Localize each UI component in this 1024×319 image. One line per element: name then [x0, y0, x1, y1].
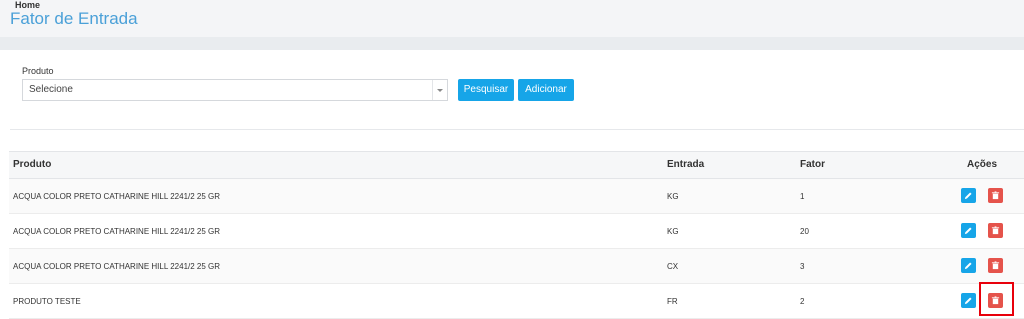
divider [10, 129, 1024, 130]
delete-button[interactable] [988, 223, 1003, 238]
header-entrada: Entrada [667, 159, 705, 170]
cell-entrada: FR [667, 297, 678, 306]
add-button[interactable]: Adicionar [518, 79, 574, 101]
cell-fator: 2 [800, 297, 805, 306]
header-produto: Produto [13, 159, 52, 170]
chevron-down-icon[interactable] [432, 80, 447, 100]
cell-entrada: KG [667, 192, 679, 201]
cell-fator: 20 [800, 227, 809, 236]
search-button[interactable]: Pesquisar [458, 79, 514, 101]
delete-highlight-box [979, 282, 1014, 316]
produto-select-value: Selecione [29, 84, 73, 95]
page-header: Home Fator de Entrada [0, 0, 1024, 37]
header-band [0, 37, 1024, 50]
edit-button[interactable] [961, 258, 976, 273]
table-row: ACQUA COLOR PRETO CATHARINE HILL 2241/2 … [9, 249, 1024, 284]
edit-button[interactable] [961, 223, 976, 238]
cell-fator: 1 [800, 192, 805, 201]
trash-icon [991, 191, 1000, 200]
cell-entrada: KG [667, 227, 679, 236]
table-row: ACQUA COLOR PRETO CATHARINE HILL 2241/2 … [9, 179, 1024, 214]
delete-button[interactable] [988, 188, 1003, 203]
produto-label: Produto [22, 66, 54, 76]
table-body: ACQUA COLOR PRETO CATHARINE HILL 2241/2 … [9, 179, 1024, 319]
table-header: Produto Entrada Fator Ações [9, 151, 1024, 179]
results-table: Produto Entrada Fator Ações ACQUA COLOR … [9, 151, 1024, 319]
trash-icon [991, 226, 1000, 235]
edit-button[interactable] [961, 188, 976, 203]
table-row: ACQUA COLOR PRETO CATHARINE HILL 2241/2 … [9, 214, 1024, 249]
cell-produto: ACQUA COLOR PRETO CATHARINE HILL 2241/2 … [13, 227, 221, 236]
cell-fator: 3 [800, 262, 805, 271]
cell-produto: ACQUA COLOR PRETO CATHARINE HILL 2241/2 … [13, 262, 221, 271]
header-acoes: Ações [967, 159, 998, 170]
cell-entrada: CX [667, 262, 679, 271]
cell-produto: ACQUA COLOR PRETO CATHARINE HILL 2241/2 … [13, 192, 221, 201]
header-fator: Fator [800, 159, 825, 170]
pencil-icon [964, 227, 972, 235]
table-row: PRODUTO TESTE FR 2 [9, 284, 1024, 319]
pencil-icon [964, 192, 972, 200]
delete-button[interactable] [988, 258, 1003, 273]
pencil-icon [964, 297, 972, 305]
page-title: Fator de Entrada [10, 9, 138, 28]
trash-icon [991, 261, 1000, 270]
cell-produto: PRODUTO TESTE [13, 297, 81, 306]
edit-button[interactable] [961, 293, 976, 308]
pencil-icon [964, 262, 972, 270]
produto-select[interactable]: Selecione [22, 79, 448, 101]
